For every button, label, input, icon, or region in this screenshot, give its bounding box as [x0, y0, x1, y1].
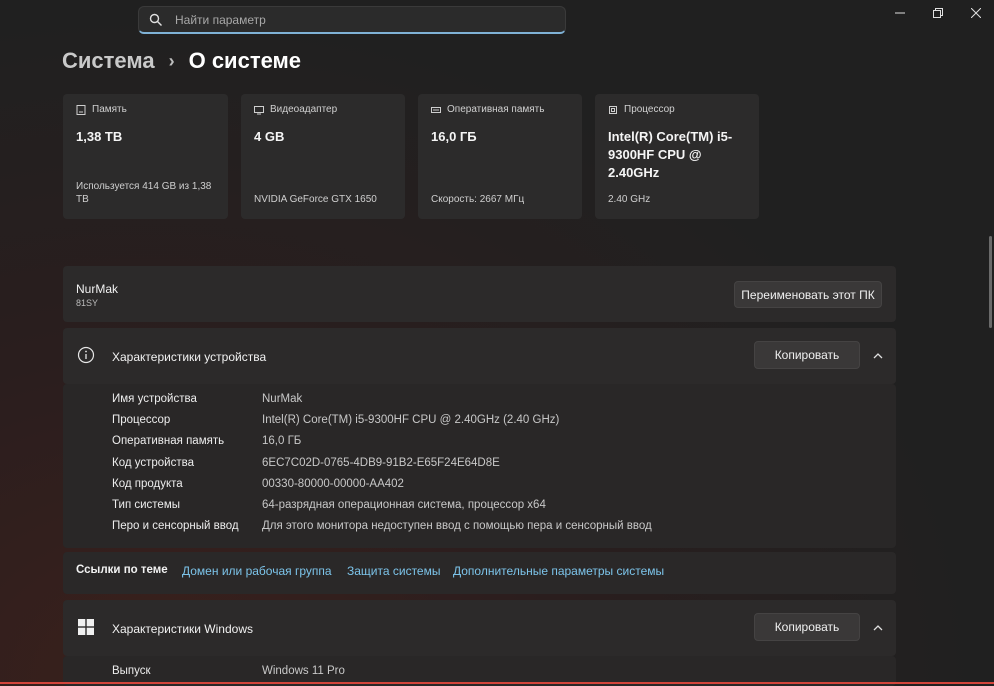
system-protection-link[interactable]: Защита системы: [347, 564, 440, 578]
spec-label: Оперативная память: [112, 435, 225, 447]
windows-specs-header[interactable]: Характеристики Windows Копировать: [63, 600, 896, 656]
spec-value: 64-разрядная операционная система, проце…: [262, 499, 546, 511]
card-title: Видеоадаптер: [270, 104, 338, 115]
info-icon: [77, 346, 95, 364]
breadcrumb-chevron-icon: ›: [168, 50, 175, 71]
card-subtitle: NVIDIA GeForce GTX 1650: [254, 194, 377, 205]
section-title: Характеристики устройства: [112, 350, 267, 364]
section-title: Характеристики Windows: [112, 622, 253, 636]
cpu-icon: [609, 105, 617, 114]
breadcrumb: Система › О системе: [62, 48, 301, 74]
scrollbar-thumb[interactable]: [989, 236, 992, 328]
spec-value: 6EC7C02D-0765-4DB9-91B2-E65F24E64D8E: [262, 457, 500, 469]
card-subtitle: Скорость: 2667 МГц: [431, 194, 525, 205]
spec-row: Тип системы 64-разрядная операционная си…: [112, 499, 546, 511]
windows-logo-icon: [78, 619, 94, 635]
device-specs-body: Имя устройства NurMak Процессор Intel(R)…: [63, 384, 896, 548]
copy-device-specs-button[interactable]: Копировать: [754, 341, 860, 369]
spec-label: Код устройства: [112, 457, 194, 469]
minimize-button[interactable]: [881, 0, 919, 26]
spec-label: Имя устройства: [112, 393, 197, 405]
restore-button[interactable]: [919, 0, 957, 26]
spec-value: Intel(R) Core(TM) i5-9300HF CPU @ 2.40GH…: [262, 414, 560, 426]
chevron-up-icon[interactable]: [870, 620, 886, 636]
spec-value: 16,0 ГБ: [262, 435, 302, 447]
spec-row: Выпуск Windows 11 Pro: [112, 665, 345, 677]
card-value: Intel(R) Core(TM) i5-9300HF CPU @ 2.40GH…: [608, 129, 733, 180]
spec-value: 00330-80000-00000-AA402: [262, 478, 404, 490]
spec-value: NurMak: [262, 393, 303, 405]
pc-name-panel: NurMak 81SY Переименовать этот ПК: [63, 266, 896, 322]
domain-workgroup-link[interactable]: Домен или рабочая группа: [182, 564, 332, 578]
search-box[interactable]: [138, 6, 566, 34]
spec-row: Имя устройства NurMak: [112, 393, 302, 405]
restore-icon: [933, 8, 943, 18]
search-input[interactable]: [173, 11, 557, 28]
advanced-system-settings-link[interactable]: Дополнительные параметры системы: [453, 564, 664, 578]
spec-row: Перо и сенсорный ввод Для этого монитора…: [112, 520, 652, 532]
gpu-card: Видеоадаптер 4 GB NVIDIA GeForce GTX 165…: [241, 94, 405, 219]
close-icon: [971, 8, 981, 18]
card-subtitle: Используется 414 GB из 1,38 TB: [76, 181, 212, 205]
spec-row: Код устройства 6EC7C02D-0765-4DB9-91B2-E…: [112, 457, 500, 469]
spec-row: Процессор Intel(R) Core(TM) i5-9300HF CP…: [112, 414, 559, 426]
spec-label: Код продукта: [112, 478, 183, 490]
related-links: Ссылки по теме Домен или рабочая группа …: [63, 552, 896, 594]
storage-icon: [76, 104, 86, 115]
spec-label: Тип системы: [112, 499, 180, 511]
taskbar-edge: [0, 682, 994, 684]
search-icon: [149, 13, 163, 27]
minimize-icon: [895, 12, 905, 14]
device-specs-header[interactable]: Характеристики устройства Копировать: [63, 328, 896, 384]
spec-label: Выпуск: [112, 665, 151, 677]
cpu-card: Процессор Intel(R) Core(TM) i5-9300HF CP…: [595, 94, 759, 219]
ram-card: Оперативная память 16,0 ГБ Скорость: 266…: [418, 94, 582, 219]
device-name: NurMak: [76, 282, 119, 296]
card-value: 16,0 ГБ: [431, 129, 477, 144]
spec-row: Код продукта 00330-80000-00000-AA402: [112, 478, 404, 490]
breadcrumb-parent[interactable]: Система: [62, 48, 155, 74]
page-title: О системе: [188, 48, 302, 73]
card-title: Процессор: [624, 104, 675, 115]
storage-card: Память 1,38 TB Используется 414 GB из 1,…: [63, 94, 228, 219]
gpu-icon: [254, 105, 264, 114]
spec-value: Для этого монитора недоступен ввод с пом…: [262, 520, 652, 532]
spec-label: Перо и сенсорный ввод: [112, 520, 239, 532]
copy-windows-specs-button[interactable]: Копировать: [754, 613, 860, 641]
card-subtitle: 2.40 GHz: [608, 194, 651, 205]
card-title: Память: [92, 104, 127, 115]
spec-row: Оперативная память 16,0 ГБ: [112, 435, 301, 447]
spec-label: Процессор: [112, 414, 171, 426]
card-value: 4 GB: [254, 129, 285, 144]
rename-pc-button[interactable]: Переименовать этот ПК: [734, 281, 882, 308]
related-links-title: Ссылки по теме: [76, 564, 168, 576]
chevron-up-icon[interactable]: [870, 348, 886, 364]
card-value: 1,38 TB: [76, 129, 123, 144]
card-title: Оперативная память: [447, 104, 545, 115]
close-button[interactable]: [957, 0, 994, 26]
device-model: 81SY: [76, 298, 99, 308]
spec-value: Windows 11 Pro: [262, 665, 345, 677]
ram-icon: [431, 106, 441, 113]
